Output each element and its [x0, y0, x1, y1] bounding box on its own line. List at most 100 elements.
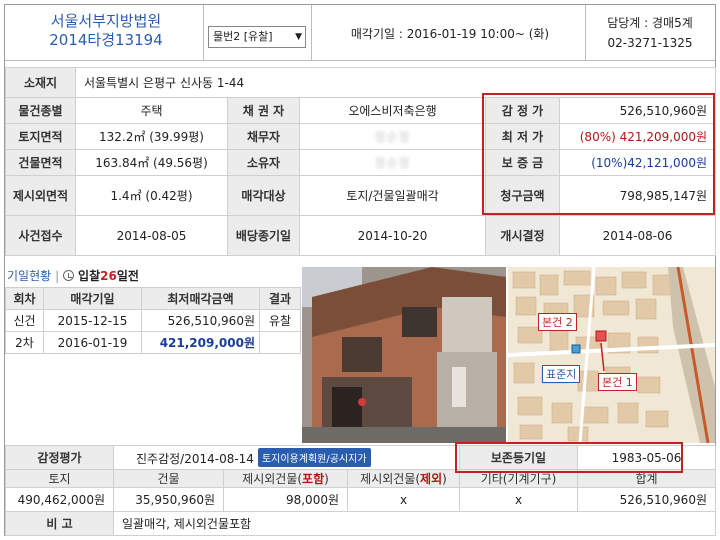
col-header-included: 포함 — [302, 472, 325, 486]
min-sale-price: 421,209,000원 — [141, 331, 260, 354]
col-header: 토지 — [5, 469, 114, 488]
col-header: 최저매각금액 — [141, 287, 260, 310]
table-row: 2차 2016-01-19 421,209,000원 — [5, 331, 301, 354]
building-area-label: 건물면적 — [5, 149, 76, 176]
remarks-label: 비 고 — [5, 511, 114, 536]
min-price-percent: (80%) — [579, 130, 616, 144]
location-map[interactable]: 본건 2 표준지 본건 1 — [508, 267, 715, 443]
start-decision-label: 개시결정 — [485, 215, 560, 256]
location-label: 소재지 — [5, 67, 76, 98]
dividend-deadline-value: 2014-10-20 — [299, 215, 486, 256]
excluded-area-label: 제시외면적 — [5, 175, 76, 216]
countdown-days: 26 — [100, 269, 117, 283]
item-select[interactable]: 물번2 [유찰] ▼ — [208, 26, 306, 48]
building-value: 35,950,960원 — [113, 487, 224, 512]
building-area-value: 163.84㎡ (49.56평) — [75, 149, 228, 176]
result: 유찰 — [259, 309, 301, 332]
claim-label: 청구금액 — [485, 175, 560, 216]
table-row: 490,462,000원 35,950,960원 98,000원 x x 526… — [5, 487, 716, 512]
debtor-label: 채무자 — [227, 123, 300, 150]
owner-value: 정순정 — [374, 156, 411, 170]
owner-label: 소유자 — [227, 149, 300, 176]
court-name: 서울서부지방법원 — [50, 12, 162, 30]
col-header-excluded: 제외 — [420, 472, 443, 486]
round: 2차 — [5, 331, 44, 354]
land-area-label: 토지면적 — [5, 123, 76, 150]
auction-date: 매각기일 : 2016-01-19 10:00~ (화) — [350, 27, 550, 41]
round: 신건 — [5, 309, 44, 332]
appraisal-eval-value: 진주감정/2014-08-14 — [136, 452, 254, 466]
total-value: 526,510,960원 — [577, 487, 716, 512]
map-image — [508, 267, 715, 443]
registration-date-value: 1983-05-06 — [577, 445, 716, 470]
map-label-main1: 본건 1 — [598, 373, 637, 391]
sale-date: 2016-01-19 — [43, 331, 142, 354]
result — [259, 331, 301, 354]
debtor-value: 정순정 — [374, 130, 411, 144]
sale-date: 2015-12-15 — [43, 309, 142, 332]
appraisal-eval-cell: 진주감정/2014-08-14 토지이용계획원/공시지가 — [113, 445, 460, 470]
appraisal-table: 감정평가 진주감정/2014-08-14 토지이용계획원/공시지가 보존등기일 1… — [5, 445, 716, 536]
appraisal-label: 감 정 가 — [485, 97, 560, 124]
auction-detail-panel: 서울서부지방법원 2014타경13194 물번2 [유찰] ▼ 매각기일 : 2… — [4, 4, 717, 536]
type-label: 물건종별 — [5, 97, 76, 124]
start-decision-value: 2014-08-06 — [558, 215, 717, 256]
schedule-title-bar: 기일현황 | 입찰26일전 — [7, 269, 139, 283]
col-header: 기타(기계기구) — [459, 469, 578, 488]
land-use-plan-link[interactable]: 토지이용계획원/공시지가 — [257, 448, 371, 467]
col-header: 건물 — [113, 469, 224, 488]
divider — [311, 5, 312, 61]
machinery-value: x — [459, 487, 578, 512]
creditor-value: 오에스비저축은행 — [299, 97, 486, 124]
divider — [203, 5, 204, 61]
included-extra-value: 98,000원 — [223, 487, 348, 512]
table-row: 신건 2015-12-15 526,510,960원 유찰 — [5, 309, 301, 332]
department: 담당계 : 경매5계 — [607, 16, 693, 30]
claim-value: 798,985,147원 — [558, 175, 717, 216]
filed-date-label: 사건접수 — [5, 215, 76, 256]
schedule-status: 기일현황 | 입찰26일전 회차 매각기일 최저매각금액 결과 신건 2015-1… — [5, 267, 301, 354]
creditor-label: 채 권 자 — [227, 97, 300, 124]
countdown-suffix: 일전 — [116, 269, 139, 283]
land-area-value: 132.2㎡ (39.99평) — [75, 123, 228, 150]
deposit-label: 보 증 금 — [485, 149, 560, 176]
min-price-amount: 421,209,000원 — [619, 130, 708, 144]
court-title: 서울서부지방법원 2014타경13194 — [11, 12, 201, 50]
remarks-value: 일괄매각, 제시외건물포함 — [113, 511, 716, 536]
item-select-value: 물번2 [유찰] — [213, 30, 273, 43]
excluded-area-value: 1.4㎡ (0.42평) — [75, 175, 228, 216]
building-photo-image — [302, 267, 506, 443]
sale-target-value: 토지/건물일괄매각 — [299, 175, 486, 216]
dividend-deadline-label: 배당종기일 — [227, 215, 300, 256]
registration-date-label: 보존등기일 — [459, 445, 578, 470]
min-price-label: 최 저 가 — [485, 123, 560, 150]
header: 서울서부지방법원 2014타경13194 물번2 [유찰] ▼ 매각기일 : 2… — [5, 5, 715, 61]
clock-icon — [63, 270, 75, 281]
divider — [585, 5, 586, 61]
map-label-main2: 본건 2 — [538, 313, 577, 331]
type-value: 주택 — [75, 97, 228, 124]
appraisal-eval-label: 감정평가 — [5, 445, 114, 470]
col-header: 제시외건물(포함) — [223, 469, 348, 488]
land-value: 490,462,000원 — [5, 487, 114, 512]
min-price-value: (80%) 421,209,000원 — [558, 123, 717, 150]
department-phone: 02-3271-1325 — [607, 36, 693, 50]
schedule-table: 회차 매각기일 최저매각금액 결과 신건 2015-12-15 526,510,… — [5, 287, 301, 354]
location-value: 서울특별시 은평구 신사동 1-44 — [74, 67, 717, 98]
deposit-value: (10%)42,121,000원 — [558, 149, 717, 176]
schedule-title: 기일현황 — [7, 269, 52, 283]
case-number: 2014타경13194 — [49, 31, 163, 49]
excluded-extra-value: x — [347, 487, 460, 512]
countdown-prefix: 입찰 — [78, 269, 101, 283]
col-header: 제시외건물(제외) — [347, 469, 460, 488]
appraisal-value: 526,510,960원 — [558, 97, 717, 124]
sale-target-label: 매각대상 — [227, 175, 300, 216]
property-info-table: 소재지 서울특별시 은평구 신사동 1-44 물건종별 주택 채 권 자 오에스… — [5, 67, 717, 256]
col-header: 회차 — [5, 287, 44, 310]
min-sale-price: 526,510,960원 — [141, 309, 260, 332]
dropdown-arrow-icon: ▼ — [295, 32, 302, 42]
col-header: 결과 — [259, 287, 301, 310]
col-header: 합계 — [577, 469, 716, 488]
filed-date-value: 2014-08-05 — [75, 215, 228, 256]
property-photo[interactable] — [302, 267, 506, 443]
